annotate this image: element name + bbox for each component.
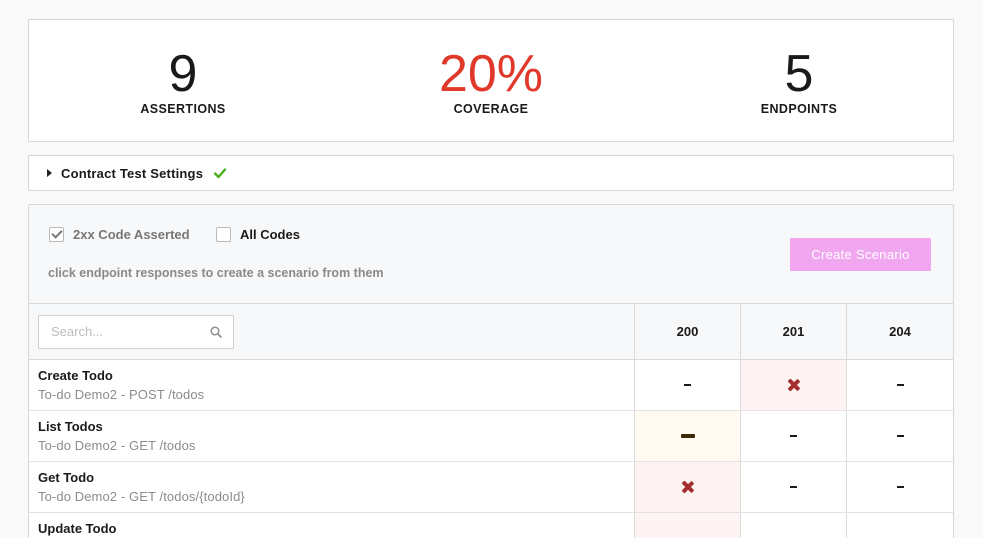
two-xx-asserted-checkbox[interactable]: 2xx Code Asserted (49, 227, 190, 242)
response-cell-201[interactable] (740, 513, 846, 538)
all-codes-label: All Codes (240, 227, 300, 242)
options-bar: 2xx Code Asserted All Codes click endpoi… (29, 205, 953, 304)
partial-dash-icon (680, 434, 695, 438)
coverage-table: 200 201 204 Create Todo To-do Demo2 - PO… (29, 304, 953, 538)
endpoint-name: Update Todo (38, 521, 117, 536)
coverage-panel: 2xx Code Asserted All Codes click endpoi… (28, 204, 954, 538)
column-header-200: 200 (634, 304, 740, 359)
response-cell-200[interactable] (634, 513, 740, 538)
assertions-value: 9 (168, 45, 198, 103)
response-cell-200[interactable] (634, 411, 740, 461)
response-cell-200[interactable] (634, 360, 740, 410)
two-xx-asserted-label: 2xx Code Asserted (73, 227, 190, 242)
endpoint-name: Get Todo (38, 470, 95, 485)
search-icon[interactable] (210, 326, 222, 338)
x-icon (682, 481, 694, 493)
table-header: 200 201 204 (29, 304, 953, 360)
column-header-201: 201 (740, 304, 846, 359)
response-cell-200[interactable] (634, 462, 740, 512)
dash-icon (790, 486, 797, 488)
response-cell-204[interactable] (846, 462, 953, 512)
search-box (38, 315, 234, 349)
endpoint-path: To-do Demo2 - POST /todos (38, 387, 205, 402)
table-row: Create Todo To-do Demo2 - POST /todos (29, 360, 953, 411)
caret-right-icon (47, 169, 52, 177)
table-row: Update Todo (29, 513, 953, 538)
endpoints-label: ENDPOINTS (760, 102, 838, 116)
response-cell-204[interactable] (846, 411, 953, 461)
stats-card: 9 ASSERTIONS 20% COVERAGE 5 ENDPOINTS (28, 19, 954, 142)
coverage-value: 20% (438, 45, 544, 103)
scenario-hint: click endpoint responses to create a sce… (48, 266, 384, 280)
response-cell-204[interactable] (846, 513, 953, 538)
dash-icon (684, 384, 691, 386)
response-cell-201[interactable] (740, 411, 846, 461)
search-input[interactable] (51, 324, 201, 339)
stat-endpoints: 5 ENDPOINTS (689, 20, 909, 116)
response-cell-204[interactable] (846, 360, 953, 410)
assertions-label: ASSERTIONS (140, 102, 226, 116)
table-row: Get Todo To-do Demo2 - GET /todos/{todoI… (29, 462, 953, 513)
endpoint-name: Create Todo (38, 368, 113, 383)
contract-test-settings-toggle[interactable]: Contract Test Settings (28, 155, 954, 191)
dash-icon (790, 435, 797, 437)
page: 9 ASSERTIONS 20% COVERAGE 5 ENDPOINTS Co… (0, 0, 983, 538)
endpoint-name: List Todos (38, 419, 103, 434)
response-cell-201[interactable] (740, 360, 846, 410)
endpoint-path: To-do Demo2 - GET /todos/{todoId} (38, 489, 245, 504)
dash-icon (896, 435, 904, 437)
dash-icon (896, 384, 904, 386)
create-scenario-button[interactable]: Create Scenario (790, 238, 931, 271)
table-row: List Todos To-do Demo2 - GET /todos (29, 411, 953, 462)
endpoints-value: 5 (784, 45, 814, 103)
column-header-204: 204 (846, 304, 953, 359)
green-check-icon (213, 168, 227, 179)
response-cell-201[interactable] (740, 462, 846, 512)
settings-title: Contract Test Settings (61, 165, 204, 181)
all-codes-checkbox[interactable]: All Codes (216, 227, 300, 242)
stat-assertions: 9 ASSERTIONS (73, 20, 293, 116)
dash-icon (896, 486, 904, 488)
x-icon (788, 379, 800, 391)
checkbox-checked-icon (49, 227, 64, 242)
coverage-label: COVERAGE (453, 102, 529, 116)
endpoint-path: To-do Demo2 - GET /todos (38, 438, 196, 453)
stat-coverage: 20% COVERAGE (381, 20, 601, 116)
checkbox-unchecked-icon (216, 227, 231, 242)
